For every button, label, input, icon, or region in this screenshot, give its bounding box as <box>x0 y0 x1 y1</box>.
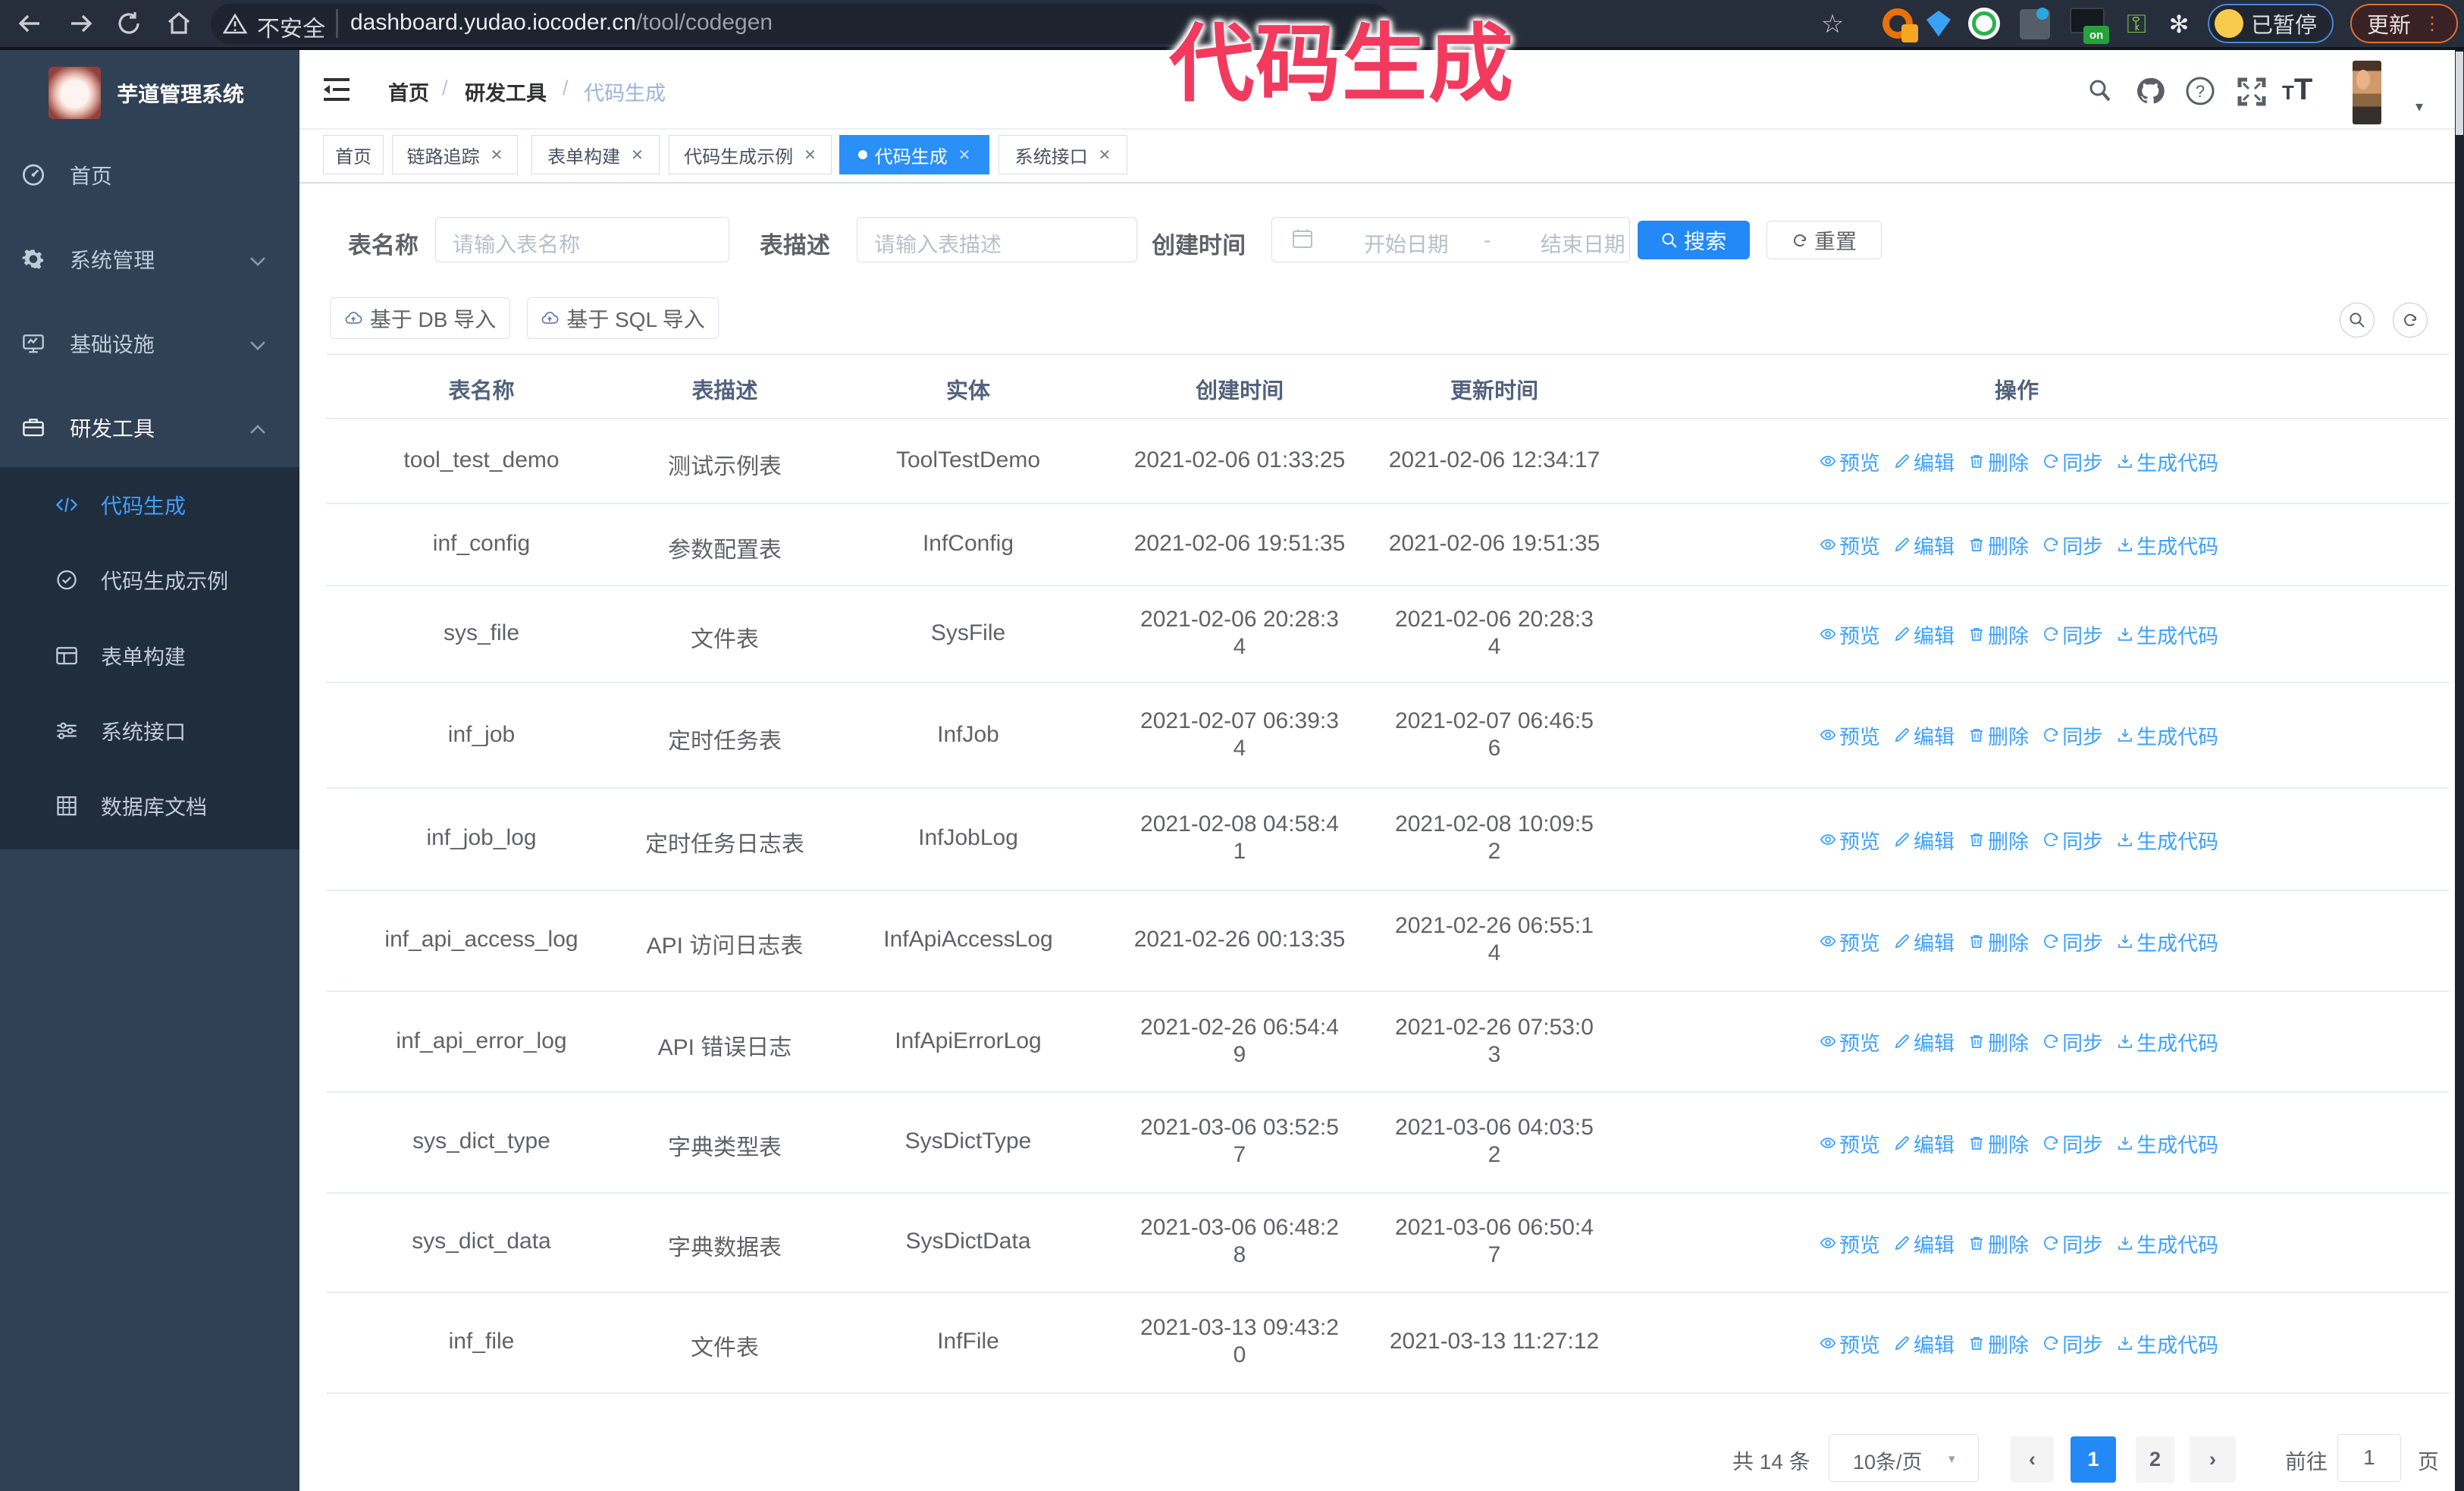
svg-text:?: ? <box>2196 82 2205 101</box>
